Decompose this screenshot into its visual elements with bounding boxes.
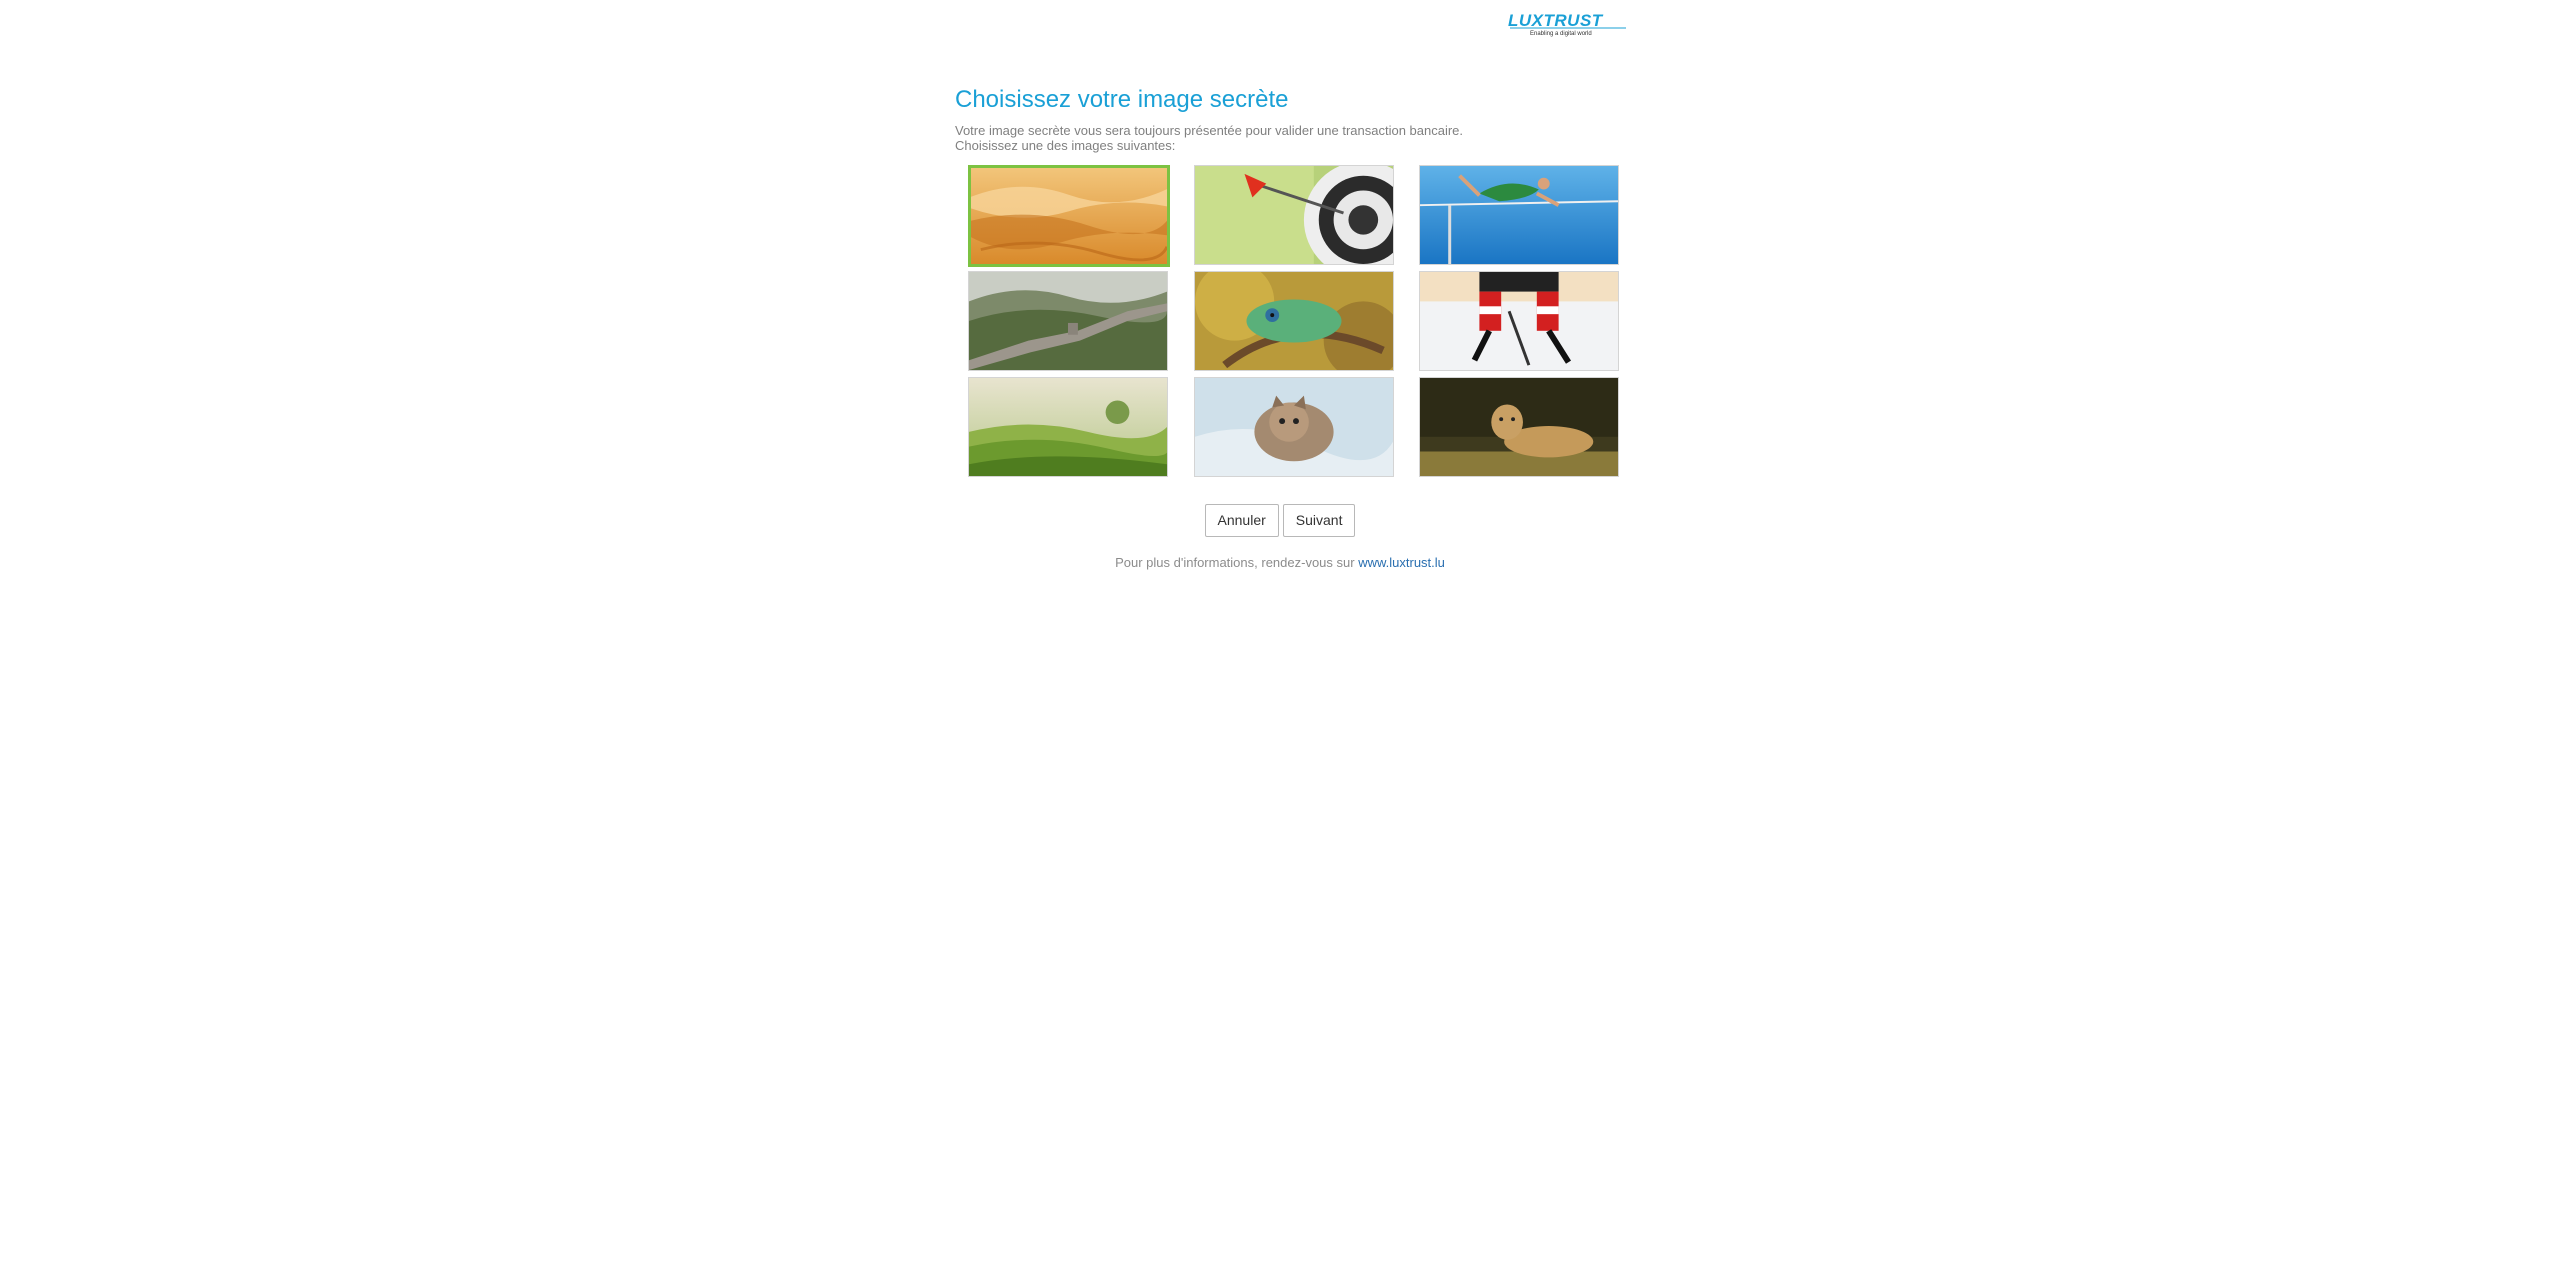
great-wall-image — [969, 272, 1167, 370]
image-option-desert[interactable] — [968, 165, 1170, 267]
dart-bullseye-image — [1195, 166, 1393, 264]
description-line-1: Votre image secrète vous sera toujours p… — [955, 123, 1464, 138]
tea-plantation-image — [969, 378, 1167, 476]
kitten-image — [1195, 378, 1393, 476]
image-option-dart[interactable] — [1194, 165, 1394, 265]
image-option-great-wall[interactable] — [968, 271, 1168, 371]
cancel-button[interactable]: Annuler — [1204, 504, 1279, 537]
image-option-hockey[interactable] — [1419, 271, 1619, 371]
high-jump-image — [1420, 166, 1618, 264]
image-option-high-jump[interactable] — [1419, 165, 1619, 265]
luxtrust-logo: LUXTRUST Enabling a digital world — [1508, 10, 1632, 38]
secret-image-page: LUXTRUST Enabling a digital world Choisi… — [0, 0, 2560, 1285]
logo-tagline: Enabling a digital world — [1530, 31, 1592, 37]
image-option-lioness[interactable] — [1419, 377, 1619, 477]
page-title: Choisissez votre image secrète — [955, 86, 1289, 113]
chameleon-image — [1195, 272, 1393, 370]
action-buttons: Annuler Suivant — [0, 504, 2560, 537]
luxtrust-website-link[interactable]: www.luxtrust.lu — [1358, 555, 1445, 570]
ice-hockey-image — [1420, 272, 1618, 370]
next-button[interactable]: Suivant — [1282, 504, 1356, 537]
desert-dunes-image — [971, 168, 1167, 264]
image-option-tea-plantation[interactable] — [968, 377, 1168, 477]
description-line-2: Choisissez une des images suivantes: — [955, 138, 1176, 153]
main-content: Choisissez votre image secrète Votre ima… — [955, 85, 1635, 153]
logo-wordmark: LUXTRUST — [1508, 11, 1604, 30]
footer-info: Pour plus d'informations, rendez-vous su… — [0, 555, 2560, 570]
page-description: Votre image secrète vous sera toujours p… — [955, 123, 1635, 153]
image-option-chameleon[interactable] — [1194, 271, 1394, 371]
image-option-kitten[interactable] — [1194, 377, 1394, 477]
footer-text: Pour plus d'informations, rendez-vous su… — [1115, 555, 1355, 570]
lioness-image — [1420, 378, 1618, 476]
